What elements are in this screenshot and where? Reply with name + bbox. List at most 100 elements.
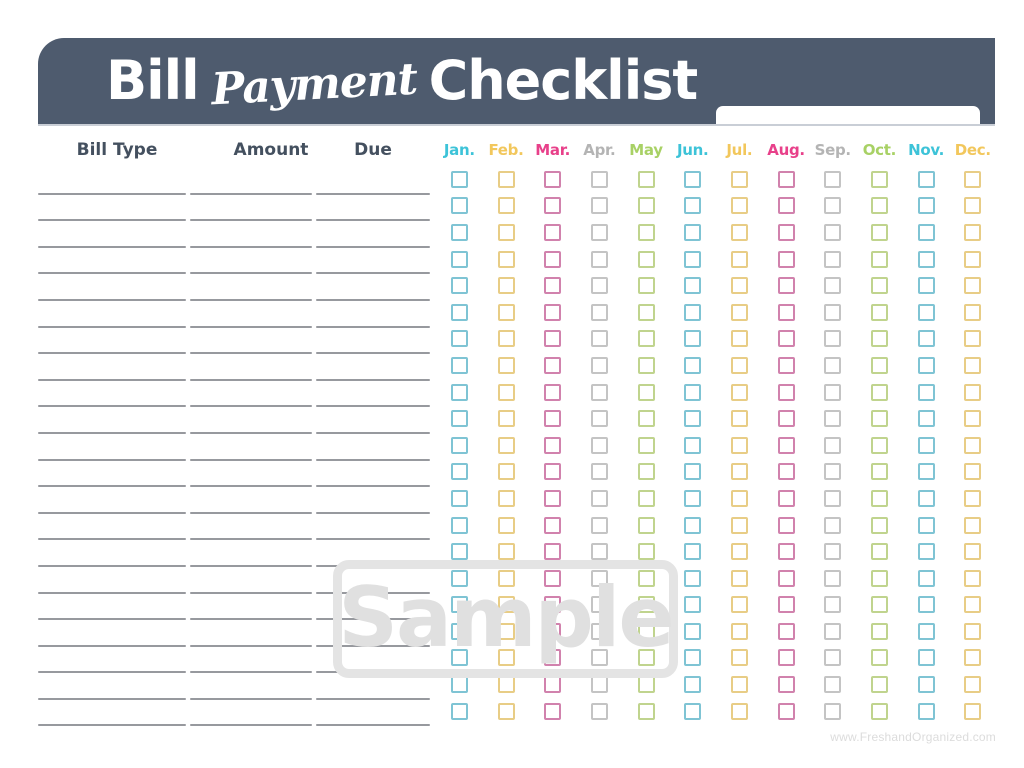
checkbox-jul-row-4[interactable]: [730, 250, 748, 268]
checkbox-dec-row-16[interactable]: [964, 569, 982, 587]
checkbox-apr-row-6[interactable]: [590, 303, 608, 321]
checkbox-feb-row-20[interactable]: [497, 676, 515, 694]
checkbox-mar-row-13[interactable]: [544, 489, 562, 507]
checkbox-sep-row-2[interactable]: [824, 197, 842, 215]
checkbox-apr-row-5[interactable]: [590, 277, 608, 295]
checkbox-jun-row-15[interactable]: [684, 543, 702, 561]
checkbox-jul-row-17[interactable]: [730, 596, 748, 614]
checkbox-aug-row-3[interactable]: [777, 223, 795, 241]
checkbox-aug-row-10[interactable]: [777, 410, 795, 428]
checkbox-dec-row-15[interactable]: [964, 543, 982, 561]
checkbox-oct-row-13[interactable]: [870, 489, 888, 507]
checkbox-feb-row-2[interactable]: [497, 197, 515, 215]
checkbox-jul-row-14[interactable]: [730, 516, 748, 534]
checkbox-may-row-19[interactable]: [637, 649, 655, 667]
checkbox-apr-row-17[interactable]: [590, 596, 608, 614]
checkbox-apr-row-19[interactable]: [590, 649, 608, 667]
checkbox-feb-row-7[interactable]: [497, 330, 515, 348]
checkbox-apr-row-2[interactable]: [590, 197, 608, 215]
checkbox-jul-row-15[interactable]: [730, 543, 748, 561]
checkbox-jun-row-16[interactable]: [684, 569, 702, 587]
checkbox-jun-row-8[interactable]: [684, 356, 702, 374]
checkbox-oct-row-12[interactable]: [870, 463, 888, 481]
checkbox-mar-row-19[interactable]: [544, 649, 562, 667]
checkbox-mar-row-5[interactable]: [544, 277, 562, 295]
checkbox-feb-row-8[interactable]: [497, 356, 515, 374]
checkbox-jun-row-10[interactable]: [684, 410, 702, 428]
checkbox-aug-row-21[interactable]: [777, 702, 795, 720]
checkbox-feb-row-19[interactable]: [497, 649, 515, 667]
checkbox-may-row-2[interactable]: [637, 197, 655, 215]
checkbox-dec-row-7[interactable]: [964, 330, 982, 348]
checkbox-jan-row-19[interactable]: [450, 649, 468, 667]
checkbox-may-row-7[interactable]: [637, 330, 655, 348]
checkbox-mar-row-10[interactable]: [544, 410, 562, 428]
checkbox-jan-row-5[interactable]: [450, 277, 468, 295]
checkbox-sep-row-14[interactable]: [824, 516, 842, 534]
checkbox-oct-row-2[interactable]: [870, 197, 888, 215]
checkbox-aug-row-18[interactable]: [777, 622, 795, 640]
checkbox-oct-row-21[interactable]: [870, 702, 888, 720]
checkbox-aug-row-4[interactable]: [777, 250, 795, 268]
checkbox-oct-row-3[interactable]: [870, 223, 888, 241]
checkbox-mar-row-12[interactable]: [544, 463, 562, 481]
checkbox-aug-row-1[interactable]: [777, 170, 795, 188]
checkbox-jun-row-20[interactable]: [684, 676, 702, 694]
checkbox-oct-row-20[interactable]: [870, 676, 888, 694]
checkbox-sep-row-6[interactable]: [824, 303, 842, 321]
checkbox-sep-row-3[interactable]: [824, 223, 842, 241]
checkbox-aug-row-20[interactable]: [777, 676, 795, 694]
checkbox-may-row-18[interactable]: [637, 622, 655, 640]
checkbox-aug-row-8[interactable]: [777, 356, 795, 374]
checkbox-oct-row-5[interactable]: [870, 277, 888, 295]
checkbox-apr-row-10[interactable]: [590, 410, 608, 428]
checkbox-apr-row-3[interactable]: [590, 223, 608, 241]
checkbox-dec-row-1[interactable]: [964, 170, 982, 188]
checkbox-may-row-3[interactable]: [637, 223, 655, 241]
checkbox-jan-row-4[interactable]: [450, 250, 468, 268]
checkbox-sep-row-5[interactable]: [824, 277, 842, 295]
checkbox-may-row-21[interactable]: [637, 702, 655, 720]
checkbox-nov-row-10[interactable]: [917, 410, 935, 428]
checkbox-jun-row-4[interactable]: [684, 250, 702, 268]
checkbox-jun-row-19[interactable]: [684, 649, 702, 667]
checkbox-jul-row-18[interactable]: [730, 622, 748, 640]
checkbox-nov-row-7[interactable]: [917, 330, 935, 348]
checkbox-sep-row-13[interactable]: [824, 489, 842, 507]
checkbox-feb-row-14[interactable]: [497, 516, 515, 534]
checkbox-apr-row-16[interactable]: [590, 569, 608, 587]
checkbox-may-row-16[interactable]: [637, 569, 655, 587]
checkbox-dec-row-18[interactable]: [964, 622, 982, 640]
checkbox-feb-row-1[interactable]: [497, 170, 515, 188]
checkbox-may-row-8[interactable]: [637, 356, 655, 374]
checkbox-dec-row-2[interactable]: [964, 197, 982, 215]
checkbox-aug-row-19[interactable]: [777, 649, 795, 667]
checkbox-feb-row-11[interactable]: [497, 436, 515, 454]
checkbox-mar-row-4[interactable]: [544, 250, 562, 268]
checkbox-feb-row-21[interactable]: [497, 702, 515, 720]
checkbox-mar-row-2[interactable]: [544, 197, 562, 215]
checkbox-sep-row-8[interactable]: [824, 356, 842, 374]
checkbox-oct-row-19[interactable]: [870, 649, 888, 667]
checkbox-apr-row-7[interactable]: [590, 330, 608, 348]
checkbox-oct-row-16[interactable]: [870, 569, 888, 587]
checkbox-dec-row-3[interactable]: [964, 223, 982, 241]
checkbox-aug-row-5[interactable]: [777, 277, 795, 295]
checkbox-sep-row-11[interactable]: [824, 436, 842, 454]
checkbox-dec-row-10[interactable]: [964, 410, 982, 428]
checkbox-sep-row-20[interactable]: [824, 676, 842, 694]
checkbox-oct-row-17[interactable]: [870, 596, 888, 614]
checkbox-oct-row-14[interactable]: [870, 516, 888, 534]
checkbox-feb-row-5[interactable]: [497, 277, 515, 295]
checkbox-nov-row-20[interactable]: [917, 676, 935, 694]
checkbox-mar-row-16[interactable]: [544, 569, 562, 587]
checkbox-jul-row-9[interactable]: [730, 383, 748, 401]
checkbox-nov-row-21[interactable]: [917, 702, 935, 720]
checkbox-jul-row-11[interactable]: [730, 436, 748, 454]
checkbox-jun-row-3[interactable]: [684, 223, 702, 241]
write-in-line-bill-type[interactable]: [38, 724, 186, 727]
checkbox-jul-row-1[interactable]: [730, 170, 748, 188]
checkbox-sep-row-10[interactable]: [824, 410, 842, 428]
checkbox-mar-row-6[interactable]: [544, 303, 562, 321]
checkbox-feb-row-18[interactable]: [497, 622, 515, 640]
